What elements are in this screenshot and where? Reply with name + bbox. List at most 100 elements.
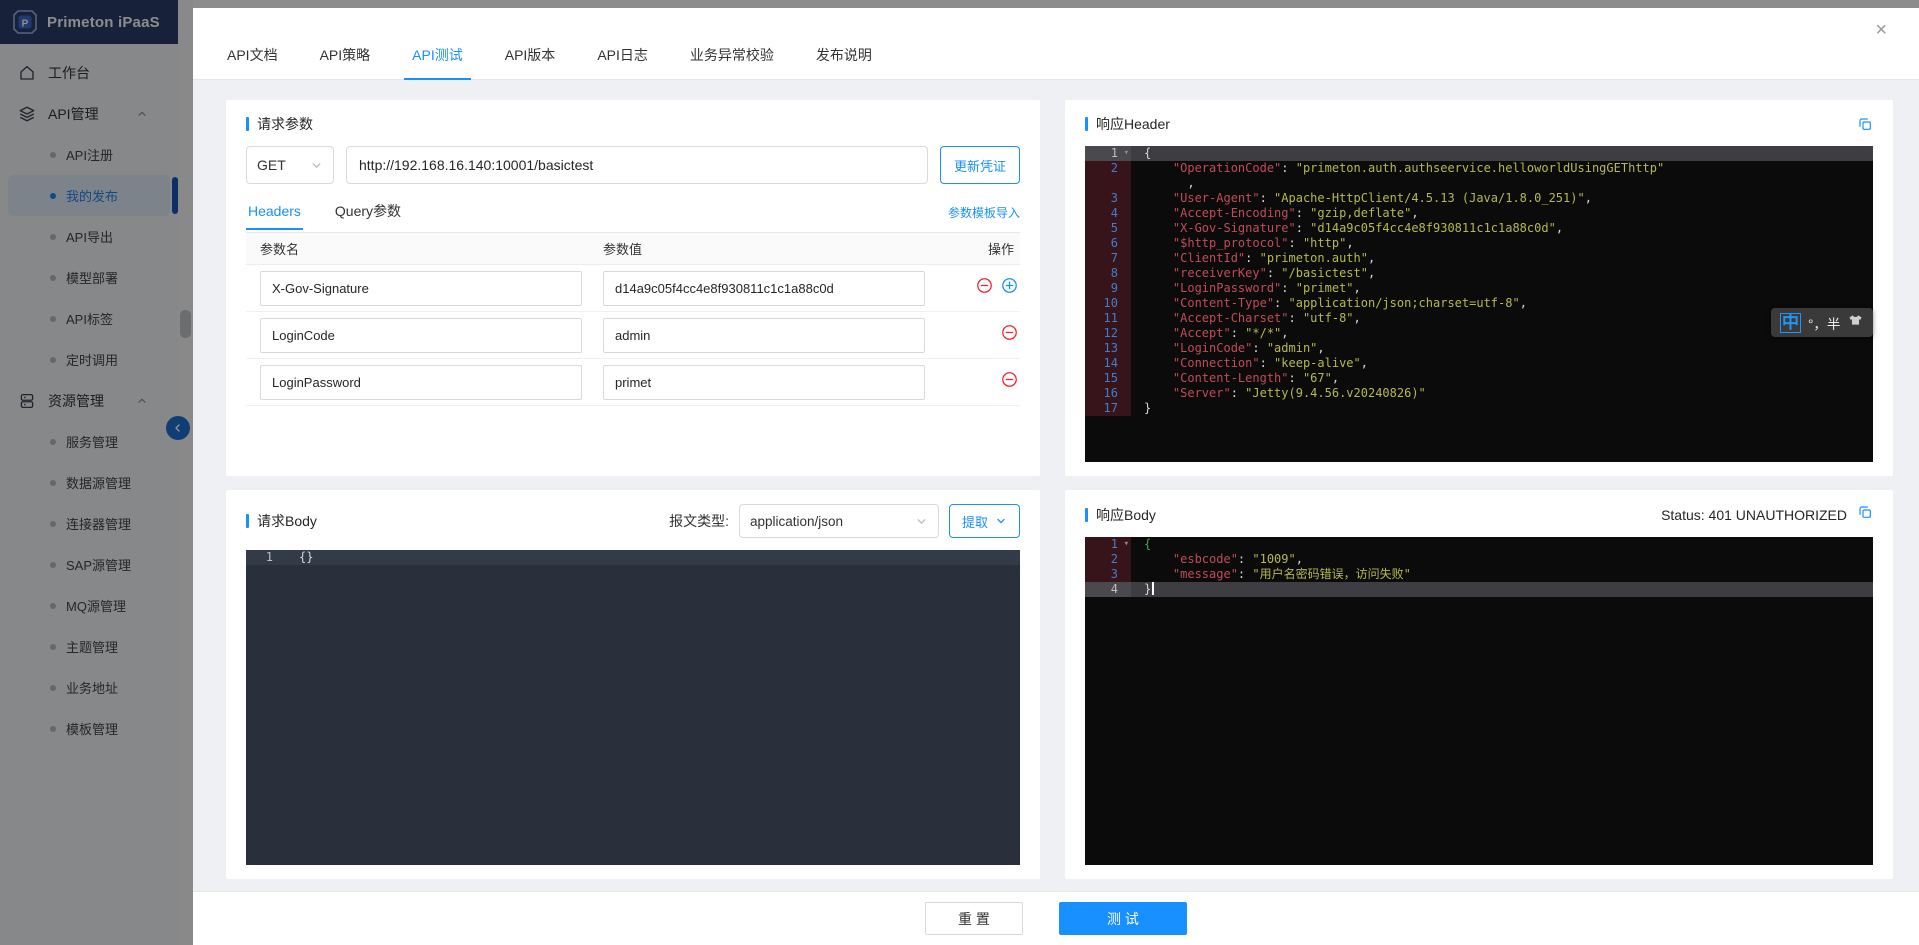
param-name-input[interactable] [260, 317, 582, 353]
request-params-title: 请求参数 [257, 116, 313, 132]
code-line: 10 "Content-Type": "application/json;cha… [1085, 296, 1873, 311]
content-type-label: 报文类型: [669, 513, 729, 529]
status-badge: Status: 401 UNAUTHORIZED [1661, 506, 1847, 523]
fold-arrow-icon[interactable]: ▾ [1124, 537, 1129, 552]
ime-skin-icon[interactable] [1847, 314, 1864, 331]
response-body-editor[interactable]: 1 ▾{2 "esbcode": "1009", 3 "message": "用户名… [1085, 537, 1873, 865]
close-icon[interactable]: × [1875, 20, 1887, 40]
remove-row-icon[interactable] [976, 277, 993, 299]
code-line: 1 ▾{ [1085, 146, 1873, 161]
param-value-input[interactable] [603, 270, 925, 306]
response-header-editor[interactable]: 1 ▾{2 "OperationCode": "primeton.auth.aut… [1085, 146, 1873, 462]
code-line: 16 "Server": "Jetty(9.4.56.v20240826)" [1085, 386, 1873, 401]
fold-arrow-icon[interactable]: ▾ [1124, 146, 1129, 161]
param-tab-0[interactable]: Headers [246, 194, 303, 230]
code-line: 9 "LoginPassword": "primet", [1085, 281, 1873, 296]
modal-tab-6[interactable]: 发布说明 [816, 45, 872, 79]
code-line: 4 "Accept-Encoding": "gzip,deflate", [1085, 206, 1873, 221]
line-number: 5 [1085, 221, 1131, 236]
line-number: 4 [1085, 582, 1131, 597]
template-import-link[interactable]: 参数模板导入 [948, 204, 1020, 221]
code-line: 5 "X-Gov-Signature": "d14a9c05f4cc4e8f93… [1085, 221, 1873, 236]
method-select[interactable]: GET [246, 146, 334, 184]
modal-tab-bar: API文档 API策略 API测试 API版本 API日志 业务异常校验 发布说明 [193, 8, 1919, 80]
url-input[interactable] [346, 146, 928, 184]
remove-row-icon[interactable] [1001, 371, 1018, 393]
request-body-editor[interactable]: 1{} [246, 550, 1020, 865]
param-name-input[interactable] [260, 270, 582, 306]
chevron-down-icon [312, 162, 321, 168]
remove-row-icon[interactable] [1001, 324, 1018, 346]
update-credential-button[interactable]: 更新凭证 [940, 146, 1020, 184]
param-tab-bar: Headers Query参数 参数模板导入 [246, 192, 1020, 233]
param-table-body [246, 265, 1020, 406]
line-number: 4 [1085, 206, 1131, 221]
code-line: 1{} [246, 550, 1020, 565]
line-number: 7 [1085, 251, 1131, 266]
modal-tab-3[interactable]: API版本 [505, 45, 556, 79]
title-accent-bar [1085, 507, 1088, 522]
code-line: 2 "esbcode": "1009", [1085, 552, 1873, 567]
param-value-input[interactable] [603, 317, 925, 353]
line-number: 13 [1085, 341, 1131, 356]
column-actions: 操作 [987, 242, 1014, 257]
line-number: 14 [1085, 356, 1131, 371]
param-value-input[interactable] [603, 364, 925, 400]
code-line: 11 "Accept-Charset": "utf-8", [1085, 311, 1873, 326]
code-line: 15 "Content-Length": "67", [1085, 371, 1873, 386]
title-accent-bar [246, 514, 249, 528]
code-line: 6 "$http_protocol": "http", [1085, 236, 1873, 251]
modal-content: 请求参数 GET 更新凭证 Headers Query参数 参数模板导入 参数名 参… [193, 80, 1919, 891]
copy-icon[interactable] [1857, 504, 1873, 525]
line-number: 3 [1085, 567, 1131, 582]
line-number: 8 [1085, 266, 1131, 281]
line-number: 1 ▾ [1085, 537, 1131, 552]
title-accent-bar [1085, 117, 1088, 131]
text-cursor [1152, 582, 1155, 595]
add-row-icon[interactable] [1001, 277, 1018, 299]
request-body-title: 请求Body [257, 513, 317, 529]
chevron-down-icon [917, 518, 926, 524]
column-param-name: 参数名 [260, 242, 300, 257]
test-button[interactable]: 测 试 [1059, 902, 1187, 935]
code-line: 4} [1085, 582, 1873, 597]
line-number [1085, 176, 1131, 191]
copy-icon[interactable] [1857, 116, 1873, 132]
code-line: 2 "OperationCode": "primeton.auth.authse… [1085, 161, 1873, 176]
code-line: 7 "ClientId": "primeton.auth", [1085, 251, 1873, 266]
code-line: 3 "message": "用户名密码错误，访问失败" [1085, 567, 1873, 582]
reset-button[interactable]: 重 置 [925, 902, 1023, 935]
content-type-select[interactable]: application/json [738, 504, 939, 538]
param-row-0 [246, 265, 1020, 312]
modal-footer: 重 置 测 试 [193, 891, 1919, 945]
title-accent-bar [246, 117, 249, 131]
line-number: 2 [1085, 552, 1131, 567]
line-number: 11 [1085, 311, 1131, 326]
param-table-header: 参数名 参数值 操作 [246, 233, 1020, 265]
line-number: 10 [1085, 296, 1131, 311]
response-body-title: 响应Body [1096, 506, 1156, 523]
request-body-panel: 请求Body 报文类型: application/json 提取 1{} [226, 490, 1040, 879]
ime-language-indicator[interactable]: 中 [1780, 312, 1801, 333]
line-number: 9 [1085, 281, 1131, 296]
ime-punctuation-mode[interactable]: °，半 [1808, 313, 1840, 333]
param-tab-1[interactable]: Query参数 [333, 192, 403, 232]
modal-tab-2[interactable]: API测试 [404, 45, 471, 80]
extract-button[interactable]: 提取 [948, 504, 1020, 538]
modal-tab-5[interactable]: 业务异常校验 [690, 45, 774, 79]
code-line: 17} [1085, 401, 1873, 416]
code-line: 1 ▾{ [1085, 537, 1873, 552]
line-number: 2 [1085, 161, 1131, 176]
param-name-input[interactable] [260, 364, 582, 400]
modal-tab-1[interactable]: API策略 [320, 45, 371, 79]
line-number: 15 [1085, 371, 1131, 386]
modal-tab-4[interactable]: API日志 [597, 45, 648, 79]
code-line: , [1085, 176, 1873, 191]
modal-tab-0[interactable]: API文档 [227, 45, 278, 79]
code-line: 13 "LoginCode": "admin", [1085, 341, 1873, 356]
param-row-1 [246, 312, 1020, 359]
line-number: 3 [1085, 191, 1131, 206]
line-number: 6 [1085, 236, 1131, 251]
line-number: 1 ▾ [1085, 146, 1131, 161]
ime-toolbar[interactable]: 中 °，半 [1771, 308, 1874, 337]
